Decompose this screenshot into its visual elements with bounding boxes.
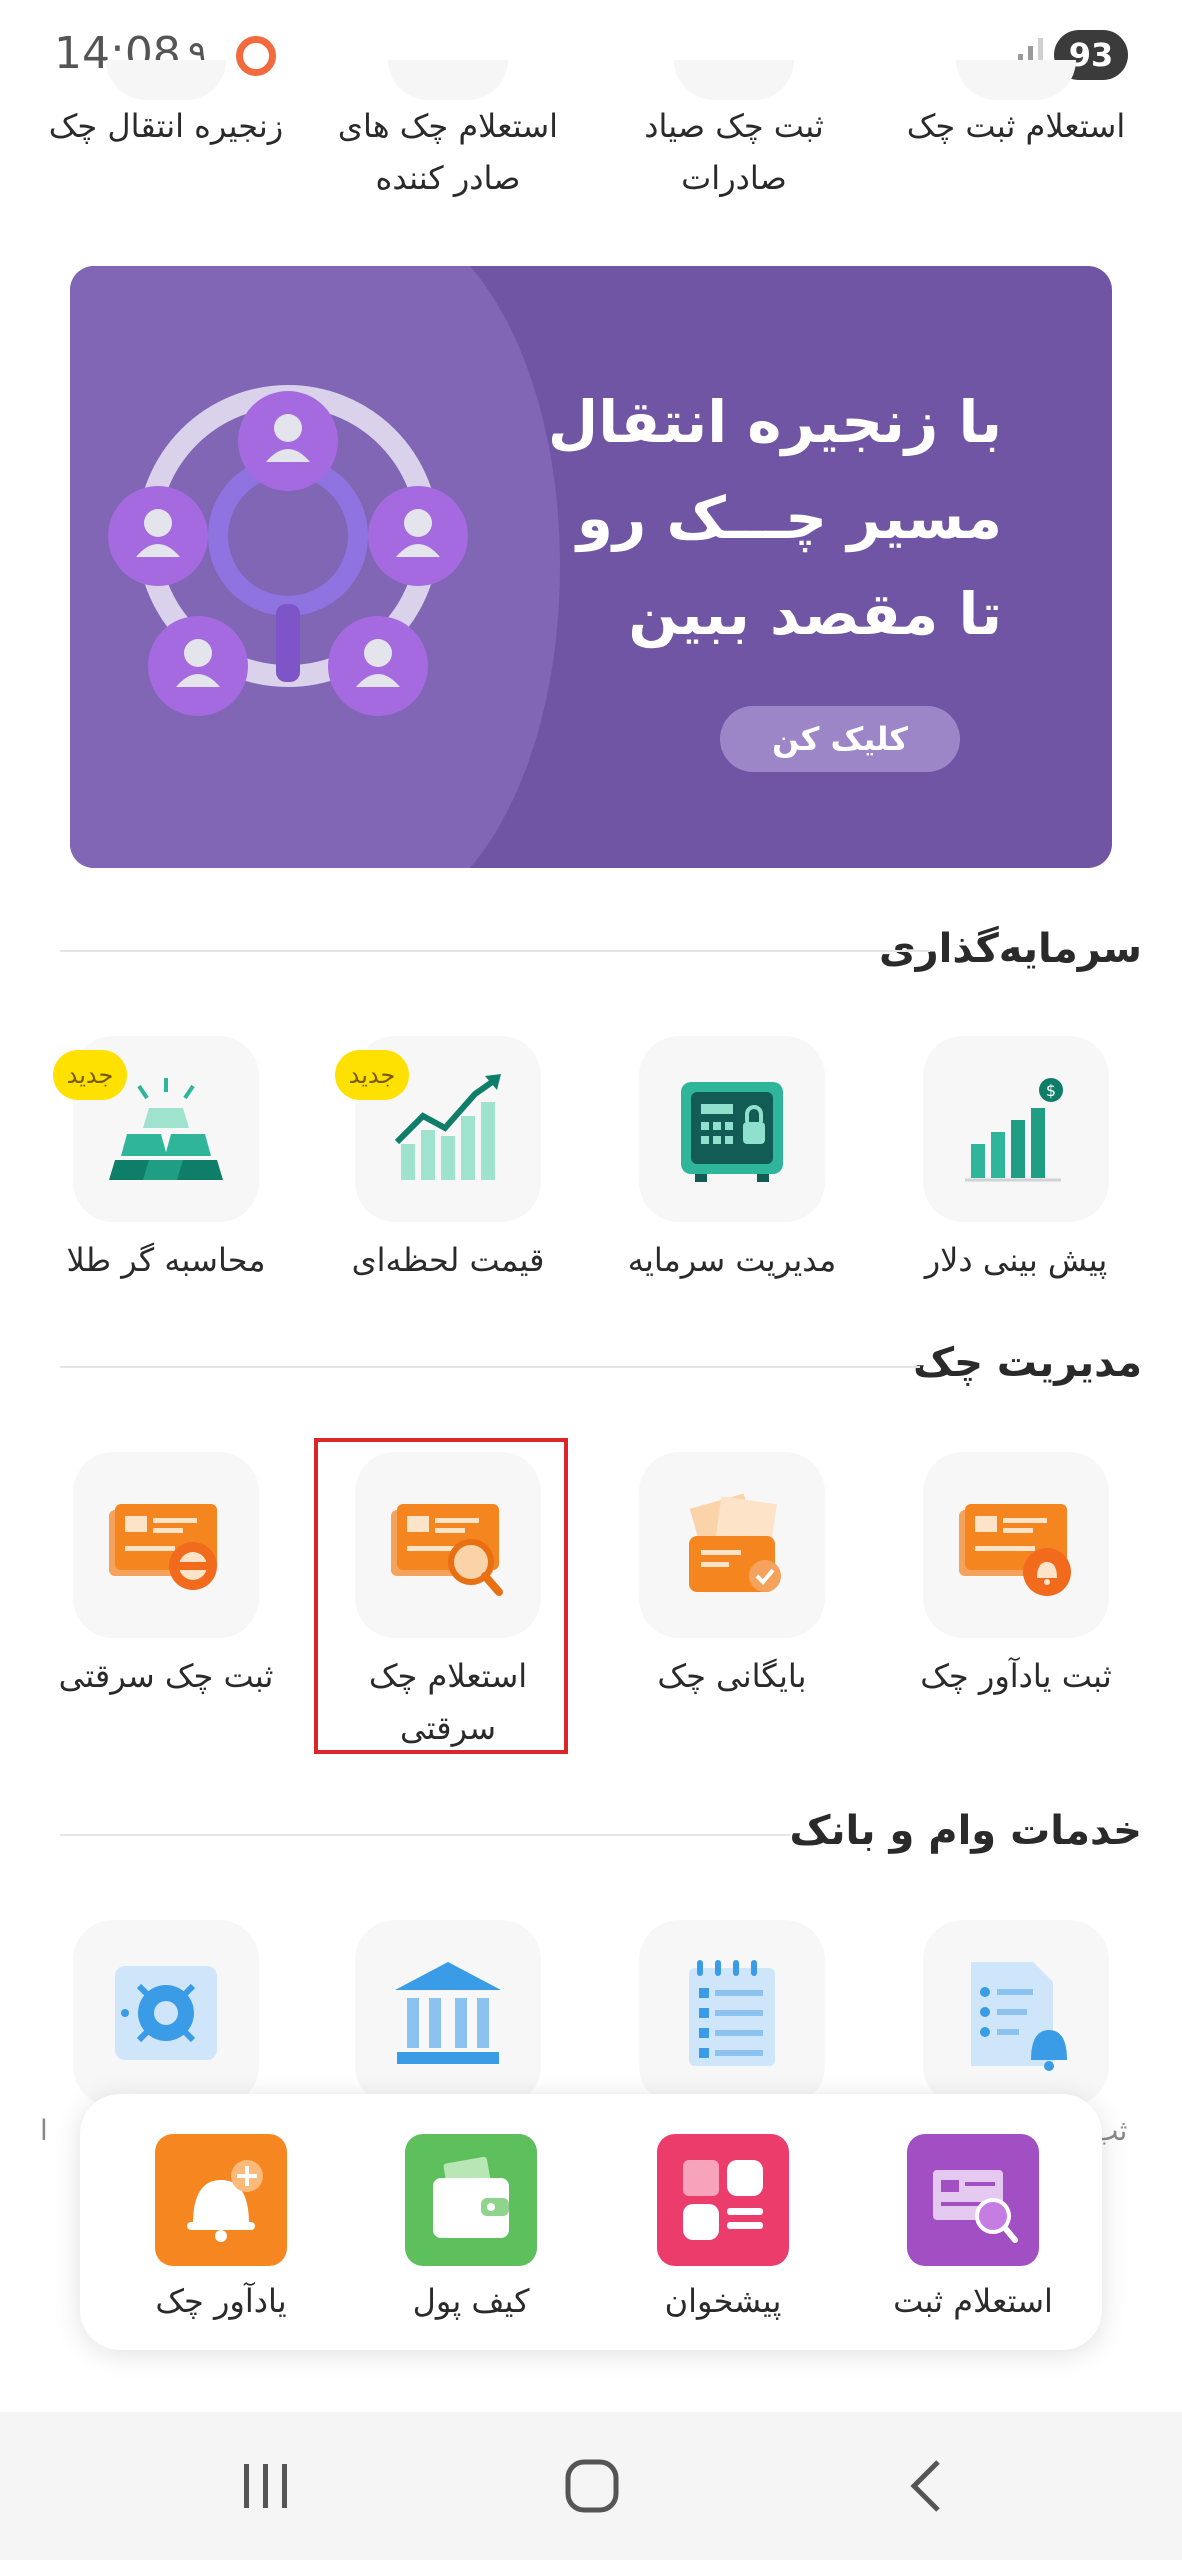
top-item-icon [674,60,794,100]
tile-stolen-check-register[interactable]: ثبت چک سرقتی [36,1452,296,1702]
top-item-label: استعلام ثبت چک [906,107,1126,145]
top-item-sayad-export[interactable]: ثبت چک صیاد صادرات [604,60,864,204]
top-item-transfer-chain[interactable]: زنجیره انتقال چک [36,60,296,152]
home-icon[interactable] [562,2456,622,2516]
inquiry-icon [907,2134,1039,2266]
new-badge: جدید [53,1050,127,1100]
recent-apps-icon[interactable] [236,2456,296,2516]
section-title-investment: سرمایه‌گذاری [878,926,1142,972]
wallet-icon [405,2134,537,2266]
check-stolen-icon [73,1452,259,1638]
tile-label: پیش بینی دلار [924,1241,1108,1279]
check-bell-icon [923,1452,1109,1638]
notepad-icon [639,1920,825,2106]
tile-loan-list[interactable] [602,1920,862,2106]
dock-check-reminder[interactable]: یادآور چک [106,2134,336,2320]
tile-label: محاسبه گر طلا [66,1241,266,1279]
document-bell-icon [923,1920,1109,2106]
banner-cta-button[interactable]: کلیک کن [720,706,960,772]
tile-label: بایگانی چک [657,1657,807,1695]
vault-icon [73,1920,259,2106]
bank-icon [355,1920,541,2106]
dock-label: پیشخوان [664,2282,782,2320]
tile-check-reminder[interactable]: ثبت یادآور چک [886,1452,1146,1702]
tile-label: قیمت لحظه‌ای [351,1241,545,1279]
dashboard-icon [657,2134,789,2266]
tile-loan-reminder[interactable] [886,1920,1146,2106]
promo-banner[interactable]: با زنجیره انتقال مسیر چـــک رو تا مقصد ب… [70,266,1112,868]
tile-dollar-forecast[interactable]: $ پیش بینی دلار [886,1036,1146,1286]
safe-icon [639,1036,825,1222]
banner-headline-2: مسیر چـــک رو [576,484,1002,552]
dock-label: کیف پول [412,2282,530,2320]
top-item-icon [106,60,226,100]
tile-gold-calculator[interactable]: جدید محاسبه گر طلا [36,1036,296,1286]
section-divider [60,1834,790,1836]
tile-capital-management[interactable]: مدیریت سرمایه [602,1036,862,1286]
top-item-check-registration-inquiry[interactable]: استعلام ثبت چک [886,60,1146,152]
banner-headline-1: با زنجیره انتقال [547,388,1002,456]
top-item-label: استعلام چک های صادر کننده [337,107,559,197]
section-divider [60,1366,920,1368]
dock-wallet[interactable]: کیف پول [356,2134,586,2320]
svg-text:$: $ [1046,1081,1056,1100]
bottom-dock: استعلام ثبت پیشخوان کیف پول یادآور چک [80,2094,1102,2350]
top-item-label: ثبت چک صیاد صادرات [644,107,824,197]
new-badge: جدید [335,1050,409,1100]
tile-label: مدیریت سرمایه [627,1241,837,1279]
section-title-check-management: مدیریت چک [913,1340,1142,1386]
transfer-chain-illustration [70,266,560,868]
tile-check-archive[interactable]: بایگانی چک [602,1452,862,1702]
section-title-loan-bank: خدمات وام و بانک [789,1808,1142,1854]
top-item-issuer-checks-inquiry[interactable]: استعلام چک های صادر کننده [318,60,578,204]
system-nav-bar [0,2412,1182,2560]
bell-add-icon [155,2134,287,2266]
banner-headline-3: تا مقصد ببین [628,580,1002,648]
dock-registration-inquiry[interactable]: استعلام ثبت [858,2134,1088,2320]
top-item-icon [956,60,1076,100]
highlight-box [314,1438,568,1754]
back-icon[interactable] [898,2456,958,2516]
trend-chart-icon: جدید [335,1036,541,1222]
partial-label-left: ا [40,2114,48,2147]
tile-label: ثبت چک سرقتی [58,1657,274,1695]
tile-safe-deposit[interactable] [36,1920,296,2106]
chart-dollar-icon: $ [923,1036,1109,1222]
top-item-label: زنجیره انتقال چک [48,107,284,145]
gold-bars-icon: جدید [53,1036,259,1222]
check-archive-icon [639,1452,825,1638]
dock-dashboard[interactable]: پیشخوان [608,2134,838,2320]
top-item-icon [388,60,508,100]
tile-label: ثبت یادآور چک [920,1657,1112,1695]
section-divider [60,950,930,952]
tile-live-price[interactable]: جدید قیمت لحظه‌ای [318,1036,578,1286]
dock-label: استعلام ثبت [893,2282,1053,2320]
tile-banks[interactable] [318,1920,578,2106]
dock-label: یادآور چک [155,2282,287,2320]
